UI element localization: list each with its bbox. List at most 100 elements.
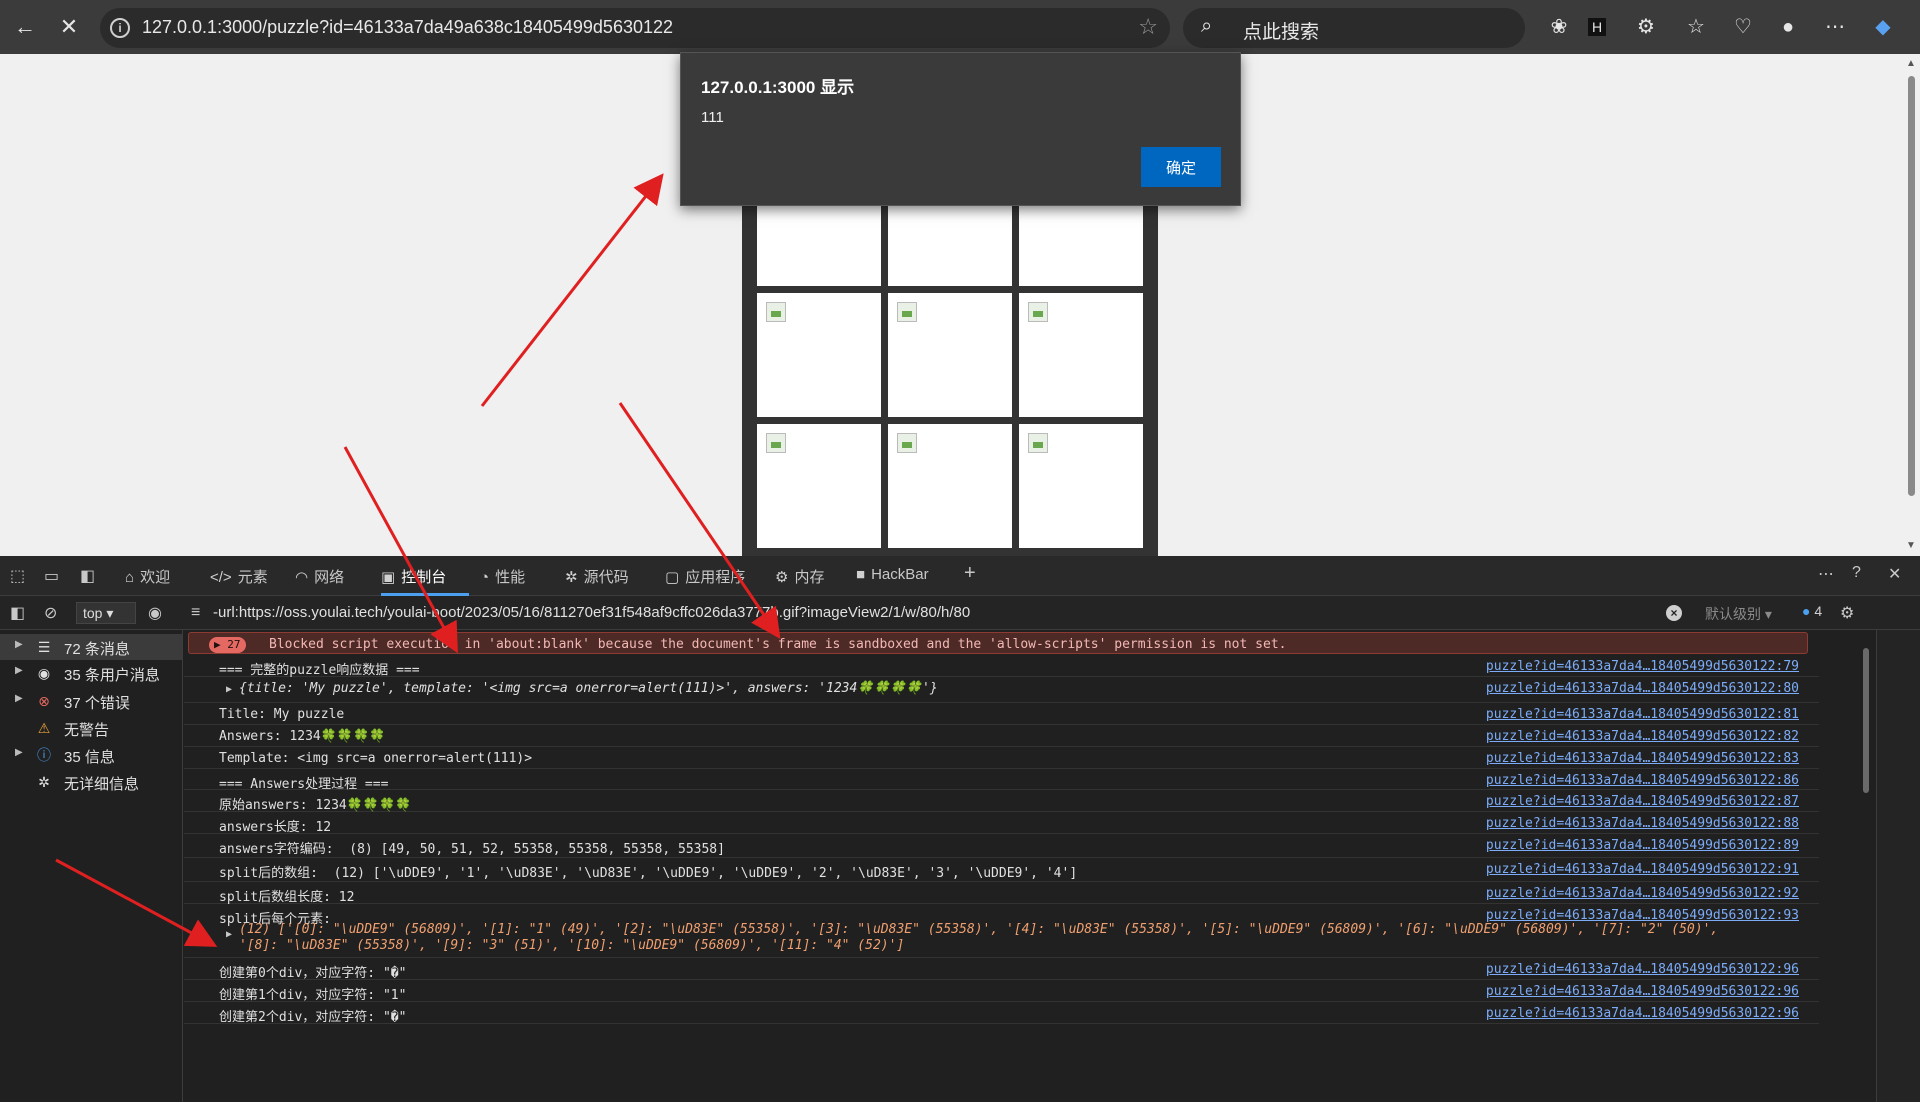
console-scrollbar[interactable] [1858, 630, 1874, 1102]
url-text[interactable]: 127.0.0.1:3000/puzzle?id=46133a7da49a638… [142, 17, 673, 38]
close-devtools-icon[interactable]: ✕ [1888, 564, 1901, 584]
console-row[interactable]: 创建第2个div，对应字符: "�" puzzle?id=46133a7da4…1… [184, 1002, 1819, 1025]
source-link[interactable]: puzzle?id=46133a7da4…18405499d5630122:88 [1486, 816, 1799, 831]
console-row[interactable]: 原始answers: 1234🍀🍀🍀🍀 puzzle?id=46133a7da4…… [184, 790, 1819, 813]
live-expression-eye-icon[interactable]: ◉ [148, 603, 162, 623]
scrollbar-thumb[interactable] [1908, 76, 1915, 496]
devtools-more-icon[interactable]: ⋯ [1818, 564, 1834, 584]
puzzle-cell[interactable] [757, 293, 881, 417]
profile-avatar-icon[interactable]: ● [1775, 14, 1801, 40]
console-row[interactable]: answers字符编码: (8) [49, 50, 51, 52, 55358,… [184, 834, 1819, 858]
tab-console[interactable]: ▣ 控制台 [381, 566, 446, 587]
source-link[interactable]: puzzle?id=46133a7da4…18405499d5630122:96 [1486, 984, 1799, 999]
source-link[interactable]: puzzle?id=46133a7da4…18405499d5630122:81 [1486, 707, 1799, 722]
console-row[interactable]: split后的数组: (12) ['\uDDE9', '1', '\uD83E'… [184, 858, 1819, 882]
puzzle-cell[interactable] [757, 424, 881, 548]
search-icon: ⌕ [1201, 15, 1213, 37]
sidebar-item-user-messages[interactable]: ▶ ◉ 35 条用户消息 [0, 660, 182, 686]
source-link[interactable]: puzzle?id=46133a7da4…18405499d5630122:87 [1486, 794, 1799, 809]
console-row[interactable]: ▶ {title: 'My puzzle', template: '<img sr… [184, 677, 1819, 703]
tab-sources[interactable]: ✲ 源代码 [565, 566, 629, 587]
clear-filter-icon[interactable]: × [1666, 605, 1682, 621]
console-row[interactable]: Template: <img src=a onerror=alert(111)>… [184, 747, 1819, 769]
extension-icon-2[interactable]: H [1588, 18, 1606, 36]
favorites-icon[interactable]: ☆ [1683, 14, 1709, 40]
console-row[interactable]: 创建第1个div，对应字符: "1" puzzle?id=46133a7da4…1… [184, 980, 1819, 1003]
source-link[interactable]: puzzle?id=46133a7da4…18405499d5630122:83 [1486, 751, 1799, 766]
favorite-star-icon[interactable]: ☆ [1138, 14, 1158, 40]
tab-network[interactable]: ◠ 网络 [295, 566, 344, 587]
log-level-dropdown[interactable]: 默认级别 ▾ [1705, 604, 1772, 624]
health-icon[interactable]: ♡ [1730, 14, 1756, 40]
source-link[interactable]: puzzle?id=46133a7da4…18405499d5630122:92 [1486, 886, 1799, 901]
console-row[interactable]: answers长度: 12 puzzle?id=46133a7da4…184054… [184, 812, 1819, 835]
hackbar-icon: ■ [856, 566, 866, 583]
dock-icon[interactable]: ◧ [80, 566, 95, 586]
site-info-icon[interactable]: i [110, 18, 130, 38]
console-settings-gear-icon[interactable]: ⚙ [1840, 603, 1854, 623]
puzzle-cell[interactable] [888, 293, 1012, 417]
more-menu-icon[interactable]: ⋯ [1822, 14, 1848, 40]
inspect-icon[interactable]: ⬚ [10, 566, 25, 586]
expand-arrow-icon[interactable]: ▶ [15, 693, 23, 704]
expand-arrow-icon[interactable]: ▶ [15, 639, 23, 650]
console-scrollbar-thumb[interactable] [1863, 648, 1869, 793]
context-selector[interactable]: top ▾ [76, 602, 136, 624]
sidebar-item-messages[interactable]: ▶ ☰ 72 条消息 [0, 634, 182, 660]
page-scrollbar[interactable]: ▲ ▼ [1903, 54, 1920, 556]
console-row[interactable]: split后每个元素: puzzle?id=46133a7da4…1840549… [184, 904, 1819, 958]
copilot-icon[interactable]: ◆ [1870, 14, 1896, 40]
alert-ok-button[interactable]: 确定 [1141, 147, 1221, 187]
back-arrow-icon[interactable]: ← [10, 12, 40, 42]
expand-array-icon[interactable]: ▶ [226, 929, 232, 940]
search-box[interactable]: ⌕ 点此搜索 [1183, 8, 1525, 48]
tab-hackbar[interactable]: ■ HackBar [856, 566, 929, 583]
console-filter-input[interactable]: ≡ -url:https://oss.youlai.tech/youlai-bo… [185, 601, 1690, 625]
help-icon[interactable]: ? [1852, 564, 1861, 582]
source-link[interactable]: puzzle?id=46133a7da4…18405499d5630122:80 [1486, 681, 1799, 696]
home-icon: ⌂ [125, 569, 135, 586]
filter-text[interactable]: -url:https://oss.youlai.tech/youlai-boot… [213, 604, 970, 621]
device-emulation-icon[interactable]: ▭ [44, 566, 59, 586]
source-link[interactable]: puzzle?id=46133a7da4…18405499d5630122:86 [1486, 773, 1799, 788]
sidebar-item-info[interactable]: ▶ ⓘ 35 信息 [0, 742, 182, 768]
extension-icon-1[interactable]: ❀ [1546, 14, 1572, 40]
sidebar-item-warnings[interactable]: ⚠ 无警告 [0, 715, 182, 741]
scroll-up-icon[interactable]: ▲ [1906, 58, 1916, 69]
source-link[interactable]: puzzle?id=46133a7da4…18405499d5630122:89 [1486, 838, 1799, 853]
tab-application[interactable]: ▢ 应用程序 [665, 566, 745, 587]
expand-object-icon[interactable]: ▶ [226, 684, 232, 695]
console-row[interactable]: === 完整的puzzle响应数据 === puzzle?id=46133a7da… [184, 655, 1819, 678]
source-link[interactable]: puzzle?id=46133a7da4…18405499d5630122:82 [1486, 729, 1799, 744]
source-link[interactable]: puzzle?id=46133a7da4…18405499d5630122:91 [1486, 862, 1799, 877]
source-link[interactable]: puzzle?id=46133a7da4…18405499d5630122:96 [1486, 1006, 1799, 1021]
sidebar-item-errors[interactable]: ▶ ⊗ 37 个错误 [0, 688, 182, 714]
clear-console-icon[interactable]: ⊘ [44, 603, 57, 623]
source-link[interactable]: puzzle?id=46133a7da4…18405499d5630122:96 [1486, 962, 1799, 977]
console-row[interactable]: 创建第0个div，对应字符: "�" puzzle?id=46133a7da4…1… [184, 958, 1819, 981]
console-row[interactable]: Answers: 1234🍀🍀🍀🍀 puzzle?id=46133a7da4…18… [184, 725, 1819, 747]
sidebar-item-verbose[interactable]: ✲ 无详细信息 [0, 769, 182, 795]
address-bar[interactable]: i 127.0.0.1:3000/puzzle?id=46133a7da49a6… [100, 8, 1170, 48]
console-row[interactable]: split后数组长度: 12 puzzle?id=46133a7da4…18405… [184, 882, 1819, 905]
tab-performance[interactable]: ◔ 性能 [480, 566, 525, 587]
extensions-puzzle-icon[interactable]: ⚙ [1633, 14, 1659, 40]
issues-counter[interactable]: ● 4 [1802, 603, 1822, 619]
puzzle-cell[interactable] [888, 424, 1012, 548]
scroll-down-icon[interactable]: ▼ [1906, 540, 1916, 551]
add-tab-icon[interactable]: + [964, 562, 976, 585]
expand-arrow-icon[interactable]: ▶ [15, 747, 23, 758]
console-row[interactable]: === Answers处理过程 === puzzle?id=46133a7da4…… [184, 769, 1819, 792]
tab-elements[interactable]: </> 元素 [210, 566, 268, 587]
tab-memory[interactable]: ⚙ 内存 [775, 566, 824, 587]
source-link[interactable]: puzzle?id=46133a7da4…18405499d5630122:93 [1486, 908, 1799, 923]
source-link[interactable]: puzzle?id=46133a7da4…18405499d5630122:79 [1486, 659, 1799, 674]
console-error-row[interactable]: ▶ 27 Blocked script execution in 'about:… [188, 632, 1808, 654]
stop-loading-icon[interactable]: ✕ [54, 12, 84, 42]
puzzle-cell[interactable] [1019, 424, 1143, 548]
console-row[interactable]: Title: My puzzle puzzle?id=46133a7da4…184… [184, 703, 1819, 725]
puzzle-cell[interactable] [1019, 293, 1143, 417]
expand-arrow-icon[interactable]: ▶ [15, 665, 23, 676]
tab-welcome[interactable]: ⌂ 欢迎 [125, 566, 170, 587]
sidebar-toggle-icon[interactable]: ◧ [10, 603, 25, 623]
